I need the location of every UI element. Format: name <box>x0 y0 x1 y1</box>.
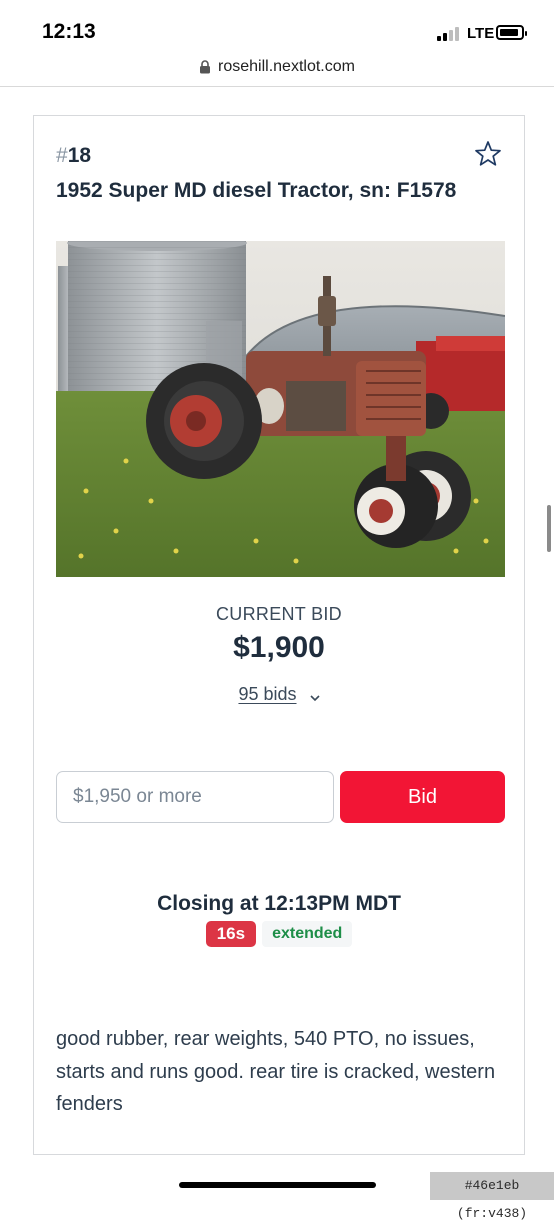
bid-button[interactable]: Bid <box>340 771 505 823</box>
version-tag: #46e1eb (fr:v438) <box>430 1172 554 1221</box>
lot-title: 1952 Super MD diesel Tractor, sn: F1578 <box>56 179 457 202</box>
scrollbar[interactable] <box>547 505 551 552</box>
extended-badge: extended <box>262 921 353 947</box>
chevron-down-icon <box>309 687 320 702</box>
lock-icon <box>199 60 211 74</box>
lot-number: #18 <box>56 144 91 168</box>
current-bid-value: $1,900 <box>233 631 325 664</box>
countdown-badge: 16s <box>205 921 257 947</box>
tractor-image <box>56 241 505 577</box>
closing-time: Closing at 12:13PM MDT <box>157 892 401 915</box>
url-text: rosehill.nextlot.com <box>218 58 355 75</box>
current-bid-label: CURRENT BID <box>216 604 342 624</box>
network-type: LTE <box>467 25 495 42</box>
lot-card: #18 1952 Super MD diesel Tractor, sn: F1… <box>33 115 525 1155</box>
bids-count-label: 95 bids <box>238 684 297 704</box>
lot-number-hash: # <box>56 144 68 167</box>
status-bar: 12:13 LTE <box>0 0 554 54</box>
watch-star-button[interactable] <box>473 139 503 169</box>
tractor-photo[interactable] <box>56 241 505 577</box>
battery-icon <box>496 25 527 40</box>
status-time: 12:13 <box>42 20 96 43</box>
address-bar[interactable]: rosehill.nextlot.com <box>0 54 554 86</box>
bids-count-toggle[interactable]: 95 bids <box>34 684 524 705</box>
bid-amount-input[interactable] <box>56 771 334 823</box>
timer-row: 16s extended <box>34 921 524 947</box>
star-icon <box>475 141 501 166</box>
lot-description: good rubber, rear weights, 540 PTO, no i… <box>56 1028 496 1115</box>
home-indicator[interactable] <box>179 1182 376 1188</box>
address-bar-divider <box>0 86 554 87</box>
cellular-signal-icon <box>437 27 463 41</box>
lot-number-value: 18 <box>67 144 92 167</box>
